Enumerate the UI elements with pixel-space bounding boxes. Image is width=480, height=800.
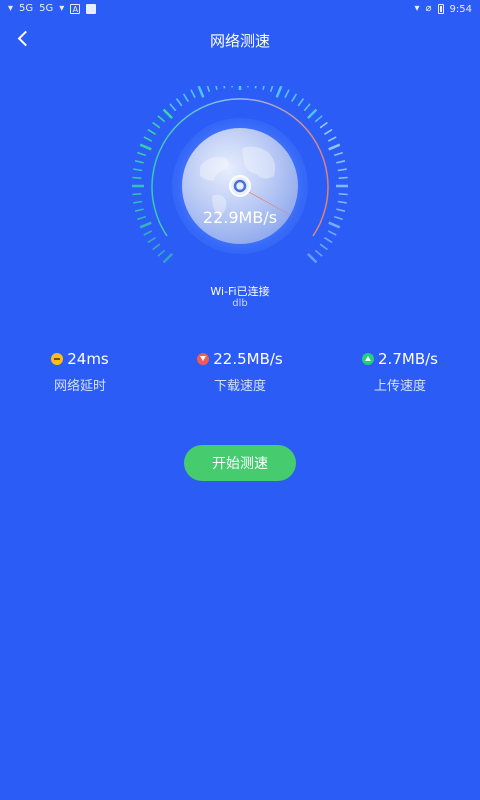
gauge-tick — [133, 168, 143, 172]
gauge-tick — [337, 200, 347, 204]
stat-latency: 24ms 网络延时 — [0, 350, 160, 394]
wifi-icon: ▾ — [59, 3, 65, 14]
gauge-tick — [247, 86, 249, 88]
gauge-tick — [314, 249, 323, 257]
gauge-tick — [133, 200, 143, 204]
gauge-tick — [147, 128, 157, 135]
download-label: 下载速度 — [213, 379, 266, 394]
battery-icon — [437, 4, 444, 14]
gauge-tick — [215, 86, 218, 90]
gauge-tick — [338, 176, 348, 179]
notification-icon: A — [70, 4, 81, 14]
gauge-tick — [307, 253, 318, 264]
gauge-tick — [143, 230, 153, 236]
gauge-tick — [337, 168, 347, 172]
gauge-tick — [162, 108, 173, 119]
page-title: 网络测速 — [209, 32, 270, 50]
gauge-tick — [262, 86, 265, 90]
gauge-tick — [157, 115, 166, 123]
upload-label: 上传速度 — [373, 379, 426, 394]
upload-icon — [362, 353, 375, 365]
gauge-tick — [137, 151, 147, 157]
gauge-tick — [169, 103, 177, 112]
gauge-tick — [132, 193, 142, 196]
gauge-tick — [297, 98, 305, 107]
gauge-tick — [231, 86, 233, 88]
wifi-ssid: dlb — [232, 298, 248, 309]
stat-upload: 2.7MB/s 上传速度 — [320, 350, 480, 394]
gauge-tick — [223, 86, 226, 89]
current-speed: 22.9MB/s — [202, 208, 278, 227]
gauge-tick — [336, 160, 346, 164]
gauge-tick — [162, 253, 173, 264]
gauge-tick — [319, 243, 328, 251]
gauge-tick — [175, 98, 183, 107]
gauge-tick — [143, 136, 153, 142]
status-bar: ▾ 5G 5G ▾ A ▾ ⌀ 9:54 — [0, 0, 480, 18]
gauge-tick — [284, 89, 290, 99]
network-label: 5G — [19, 3, 34, 14]
speed-gauge — [132, 86, 348, 264]
gauge-tick — [275, 86, 283, 98]
gauge-tick — [327, 230, 337, 236]
gauge-tick — [132, 176, 142, 179]
gauge-tick — [147, 237, 157, 244]
gauge-tick — [206, 86, 211, 93]
gauge-tick — [134, 160, 144, 164]
gauge-tick — [327, 136, 337, 142]
download-icon — [197, 353, 210, 365]
needle-hub — [229, 175, 251, 197]
latency-value: 24ms — [67, 350, 109, 368]
clock: 9:54 — [449, 3, 472, 15]
gauge-tick — [152, 121, 161, 129]
gauge-tick — [269, 86, 274, 93]
gauge-tick — [152, 243, 161, 251]
gauge-tick — [190, 89, 196, 99]
gauge-tick — [333, 151, 343, 157]
wifi-icon: ▾ — [8, 3, 14, 14]
gauge-tick — [323, 128, 333, 135]
network-label: 5G — [39, 3, 54, 14]
gauge-tick — [157, 249, 166, 257]
upload-value: 2.7MB/s — [378, 350, 438, 368]
gauge-tick — [314, 115, 323, 123]
gauge-tick — [182, 93, 189, 103]
connection-status: Wi-Fi已连接 — [210, 285, 270, 298]
gauge-tick — [338, 193, 348, 196]
latency-label: 网络延时 — [53, 379, 106, 394]
start-speed-test-button[interactable]: 开始测速 — [184, 445, 296, 481]
gauge-tick — [303, 103, 311, 112]
gauge-tick — [254, 86, 257, 89]
nav-bar: 网络测速 — [0, 26, 480, 54]
gauge-tick — [323, 237, 333, 244]
gauge-tick — [307, 108, 318, 119]
gauge-tick — [291, 93, 298, 103]
wifi-signal-icon: ▾ — [414, 3, 420, 14]
gauge-tick — [328, 143, 341, 151]
gauge-tick — [139, 143, 152, 151]
stat-download: 22.5MB/s 下载速度 — [160, 350, 320, 394]
download-value: 22.5MB/s — [213, 350, 283, 368]
gauge-tick — [319, 121, 328, 129]
latency-icon — [51, 353, 64, 365]
no-sim-icon: ⌀ — [425, 3, 432, 14]
notification-icon — [86, 4, 97, 14]
gauge-tick — [197, 86, 205, 98]
